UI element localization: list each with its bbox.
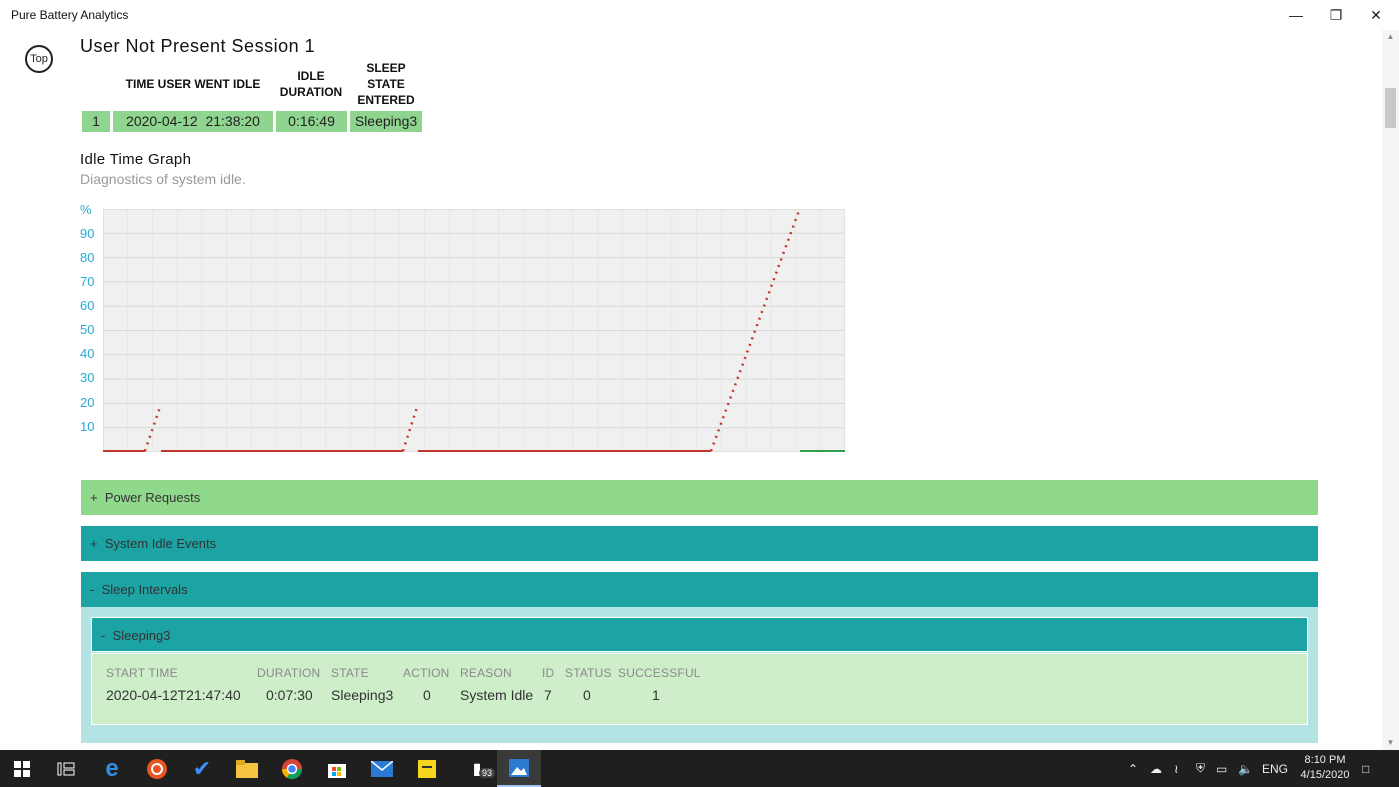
session-row-duration: 0:16:49 xyxy=(276,111,347,132)
todo-button[interactable]: ✔ xyxy=(180,750,224,787)
security-shield-icon[interactable]: ⛨ xyxy=(1196,750,1205,787)
val-reason: System Idle xyxy=(460,687,534,703)
session-row-index: 1 xyxy=(82,111,110,132)
task-view-icon xyxy=(57,762,75,775)
close-button[interactable]: ✕ xyxy=(1353,0,1399,30)
y-tick-label: 10 xyxy=(80,419,95,434)
start-button[interactable] xyxy=(0,750,44,787)
mail-button[interactable] xyxy=(360,750,404,787)
val-duration: 0:07:30 xyxy=(266,687,313,703)
store-icon xyxy=(328,763,346,778)
val-status: 0 xyxy=(583,687,591,703)
store-button[interactable] xyxy=(315,750,359,787)
minimize-icon: — xyxy=(1289,7,1303,23)
task-view-button[interactable] xyxy=(44,750,88,787)
chevron-up-icon: ⌃ xyxy=(1128,761,1139,776)
scroll-up-icon[interactable]: ▲ xyxy=(1382,30,1399,44)
col-successful: SUCCESSFUL xyxy=(618,666,701,680)
col-state: STATE xyxy=(331,666,369,680)
y-tick-label: 30 xyxy=(80,370,95,385)
session-row-state: Sleeping3 xyxy=(350,111,422,132)
y-tick-label: 90 xyxy=(80,226,95,241)
col-duration: DURATION xyxy=(257,666,321,680)
scroll-down-icon[interactable]: ▼ xyxy=(1382,736,1399,750)
section-label: Power Requests xyxy=(104,490,201,505)
edge-icon: e xyxy=(105,754,119,782)
windows-icon xyxy=(14,760,30,777)
section-system-idle-events[interactable]: + System Idle Events xyxy=(81,526,1318,561)
clock-date: 4/15/2020 xyxy=(1300,769,1350,781)
val-successful: 1 xyxy=(652,687,660,703)
edge-button[interactable]: e xyxy=(90,750,134,787)
scroll-thumb[interactable] xyxy=(1385,88,1396,128)
notification-icon[interactable]: □ xyxy=(1362,750,1369,787)
y-tick-label: 40 xyxy=(80,346,95,361)
file-explorer-button[interactable] xyxy=(225,750,269,787)
photos-button[interactable] xyxy=(497,750,541,787)
val-id: 7 xyxy=(544,687,552,703)
section-label: System Idle Events xyxy=(104,536,217,551)
subsection-label: Sleeping3 xyxy=(112,628,171,643)
graph-subtitle: Diagnostics of system idle. xyxy=(80,171,246,187)
sticky-notes-button[interactable] xyxy=(405,750,449,787)
session-title: User Not Present Session 1 xyxy=(80,36,316,56)
collapse-toggle-icon: - xyxy=(101,628,106,643)
volume-icon[interactable]: 🔈 xyxy=(1238,750,1253,787)
restore-icon: ❐ xyxy=(1329,6,1343,23)
clock[interactable]: 8:10 PM 4/15/2020 xyxy=(1290,753,1360,783)
window-title: Pure Battery Analytics xyxy=(11,8,129,22)
y-tick-label: 50 xyxy=(80,322,95,337)
y-tick-label: 60 xyxy=(80,298,95,313)
ubuntu-button[interactable] xyxy=(135,750,179,787)
chrome-icon xyxy=(281,758,303,779)
wifi-icon[interactable]: ≀ xyxy=(1174,750,1179,787)
folder-icon xyxy=(236,759,258,778)
y-tick-label: 70 xyxy=(80,274,95,289)
section-label: Sleep Intervals xyxy=(101,582,188,597)
title-bar: Pure Battery Analytics — ❐ ✕ xyxy=(0,0,1399,30)
col-start-time: START TIME xyxy=(106,666,178,680)
y-tick-label: 80 xyxy=(80,250,95,265)
idle-time-chart xyxy=(103,209,845,452)
mail-icon xyxy=(371,760,393,777)
badge-count: 93 xyxy=(479,768,496,778)
subsection-sleeping3[interactable]: - Sleeping3 xyxy=(91,617,1308,652)
vertical-scrollbar[interactable]: ▲ ▼ xyxy=(1382,30,1399,750)
y-axis-unit: % xyxy=(80,202,92,217)
checkmark-icon: ✔ xyxy=(192,755,212,781)
header-idle-duration: IDLE DURATION xyxy=(279,69,343,99)
clock-time: 8:10 PM xyxy=(1304,754,1346,766)
show-hidden-icons[interactable]: ⌃ xyxy=(1128,750,1138,787)
val-state: Sleeping3 xyxy=(331,687,394,703)
language-indicator[interactable]: ENG xyxy=(1262,750,1288,787)
col-reason: REASON xyxy=(460,666,512,680)
section-sleep-intervals[interactable]: - Sleep Intervals xyxy=(81,572,1318,607)
close-icon: ✕ xyxy=(1370,6,1382,23)
top-button[interactable]: Top xyxy=(25,45,53,73)
col-id: ID xyxy=(542,666,555,680)
col-status: STATUS xyxy=(565,666,612,680)
battery-app-button[interactable]: ▮ 93 xyxy=(455,750,499,787)
y-tick-label: 20 xyxy=(80,395,95,410)
chrome-button[interactable] xyxy=(270,750,314,787)
val-action: 0 xyxy=(423,687,431,703)
ubuntu-icon xyxy=(147,758,167,779)
session-row-time: 2020-04-12 21:38:20 xyxy=(113,111,273,132)
expand-toggle-icon: + xyxy=(90,490,98,505)
val-start-time: 2020-04-12T21:47:40 xyxy=(106,687,241,703)
taskbar: e ✔ ▮ 93 ⌃ ☁ ≀ ⛨ ▭ 🔈 ENG 8:10 PM 4/15/20… xyxy=(0,750,1399,787)
onedrive-icon[interactable]: ☁ xyxy=(1150,750,1162,787)
collapse-toggle-icon: - xyxy=(90,582,95,597)
photos-icon xyxy=(509,758,529,777)
header-sleep-state-entered: SLEEP STATE ENTERED xyxy=(357,61,415,107)
graph-title: Idle Time Graph xyxy=(80,151,192,168)
section-power-requests[interactable]: + Power Requests xyxy=(81,480,1318,515)
expand-toggle-icon: + xyxy=(90,536,98,551)
sticky-note-icon xyxy=(418,759,436,778)
battery-icon[interactable]: ▭ xyxy=(1216,750,1227,787)
col-action: ACTION xyxy=(403,666,450,680)
header-time-user-went-idle: TIME USER WENT IDLE xyxy=(125,77,261,91)
